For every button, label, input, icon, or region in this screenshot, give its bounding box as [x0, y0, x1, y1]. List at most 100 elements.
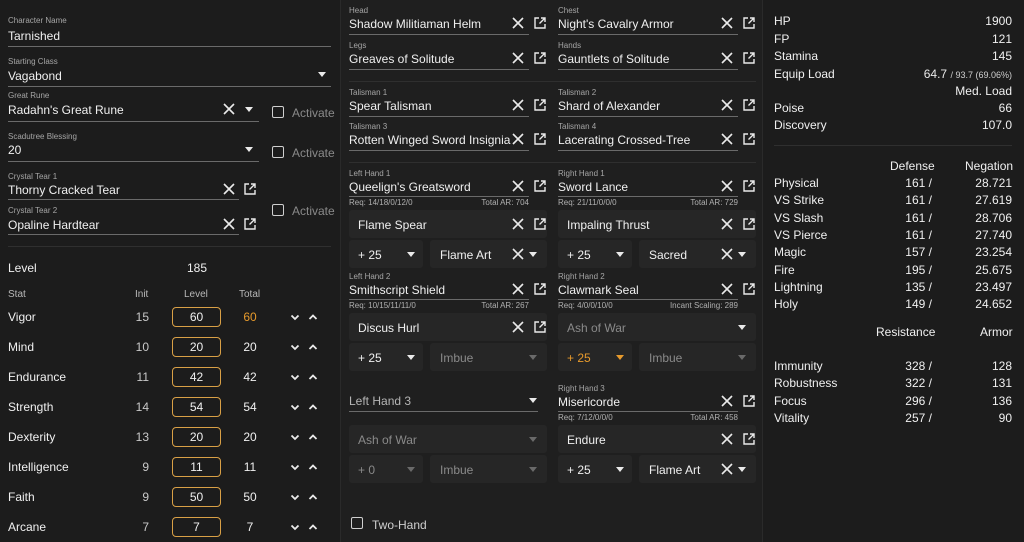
right-hand-2-clear-icon[interactable]	[720, 282, 734, 296]
great-rune-chevron-down-icon[interactable]	[245, 107, 253, 112]
talisman-3-clear-icon[interactable]	[511, 132, 525, 146]
right-hand-3-affinity-clear-icon[interactable]	[720, 462, 734, 476]
head-armor-open-link-icon[interactable]	[533, 16, 547, 30]
left-hand-1-upgrade-chevron-down-icon[interactable]	[407, 252, 415, 257]
stat-dexterity-level-input[interactable]: 20	[172, 427, 221, 447]
great-rune-clear-icon[interactable]	[222, 102, 236, 116]
scadutree-chevron-down-icon[interactable]	[245, 147, 253, 152]
left-hand-1-affinity-clear-icon[interactable]	[511, 247, 525, 261]
stat-arcane-increase-chevron-up-icon[interactable]	[308, 522, 318, 532]
talisman-4-clear-icon[interactable]	[720, 132, 734, 146]
stat-intelligence-increase-chevron-up-icon[interactable]	[308, 462, 318, 472]
right-hand-3-select[interactable]: Misericorde	[558, 395, 620, 409]
left-hand-2-clear-icon[interactable]	[511, 282, 525, 296]
chest-armor-select[interactable]: Night's Cavalry Armor	[558, 17, 674, 31]
stat-intelligence-level-input[interactable]: 11	[172, 457, 221, 477]
crystal-tear-2-input[interactable]: Opaline Hardtear	[8, 218, 99, 232]
stat-faith-level-input[interactable]: 50	[172, 487, 221, 507]
legs-armor-clear-icon[interactable]	[511, 51, 525, 65]
left-hand-2-select[interactable]: Smithscript Shield	[349, 283, 445, 297]
right-hand-3-ash-clear-icon[interactable]	[720, 432, 734, 446]
left-hand-2-ash-of-war-select[interactable]: Discus Hurl	[358, 321, 419, 335]
stat-dexterity-decrease-chevron-down-icon[interactable]	[290, 432, 300, 442]
hands-armor-open-link-icon[interactable]	[742, 51, 756, 65]
stat-dexterity-increase-chevron-up-icon[interactable]	[308, 432, 318, 442]
chest-armor-open-link-icon[interactable]	[742, 16, 756, 30]
left-hand-1-select[interactable]: Queelign's Greatsword	[349, 180, 471, 194]
right-hand-1-select[interactable]: Sword Lance	[558, 180, 628, 194]
stat-arcane-level-input[interactable]: 7	[172, 517, 221, 537]
starting-class-select[interactable]: Vagabond	[8, 69, 62, 83]
scadutree-activate-checkbox[interactable]	[272, 146, 284, 158]
right-hand-2-ash-of-war-select[interactable]: Ash of War	[567, 321, 626, 335]
right-hand-1-affinity-select[interactable]: Sacred	[649, 248, 687, 262]
right-hand-2-upgrade-chevron-down-icon[interactable]	[616, 355, 624, 360]
crystal-tear-1-open-link-icon[interactable]	[243, 182, 257, 196]
right-hand-1-ash-clear-icon[interactable]	[720, 217, 734, 231]
right-hand-3-upgrade-chevron-down-icon[interactable]	[616, 467, 624, 472]
talisman-2-open-link-icon[interactable]	[742, 98, 756, 112]
two-hand-checkbox[interactable]	[351, 517, 363, 529]
right-hand-3-ash-open-link-icon[interactable]	[742, 432, 756, 446]
right-hand-2-upgrade-select[interactable]: + 25	[567, 351, 591, 365]
right-hand-1-upgrade-chevron-down-icon[interactable]	[616, 252, 624, 257]
stat-mind-level-input[interactable]: 20	[172, 337, 221, 357]
left-hand-3-affinity-select[interactable]: Imbue	[440, 463, 473, 477]
stat-strength-increase-chevron-up-icon[interactable]	[308, 402, 318, 412]
left-hand-1-ash-clear-icon[interactable]	[511, 217, 525, 231]
starting-class-chevron-down-icon[interactable]	[318, 72, 326, 77]
talisman-3-open-link-icon[interactable]	[533, 132, 547, 146]
stat-endurance-increase-chevron-up-icon[interactable]	[308, 372, 318, 382]
right-hand-1-ash-open-link-icon[interactable]	[742, 217, 756, 231]
left-hand-2-upgrade-select[interactable]: + 25	[358, 351, 382, 365]
legs-armor-select[interactable]: Greaves of Solitude	[349, 52, 454, 66]
left-hand-2-affinity-chevron-down-icon[interactable]	[529, 355, 537, 360]
stat-strength-level-input[interactable]: 54	[172, 397, 221, 417]
right-hand-1-affinity-chevron-down-icon[interactable]	[738, 252, 746, 257]
left-hand-1-ash-of-war-select[interactable]: Flame Spear	[358, 218, 427, 232]
hands-armor-clear-icon[interactable]	[720, 51, 734, 65]
left-hand-3-ash-of-war-select[interactable]: Ash of War	[358, 433, 417, 447]
crystal-tears-activate-checkbox[interactable]	[272, 204, 284, 216]
left-hand-3-upgrade-select[interactable]: + 0	[358, 463, 375, 477]
crystal-tear-1-clear-icon[interactable]	[222, 182, 236, 196]
talisman-3-select[interactable]: Rotten Winged Sword Insignia	[349, 133, 510, 147]
stat-strength-decrease-chevron-down-icon[interactable]	[290, 402, 300, 412]
talisman-1-clear-icon[interactable]	[511, 98, 525, 112]
stat-mind-decrease-chevron-down-icon[interactable]	[290, 342, 300, 352]
talisman-1-open-link-icon[interactable]	[533, 98, 547, 112]
left-hand-1-affinity-select[interactable]: Flame Art	[440, 248, 491, 262]
left-hand-2-ash-clear-icon[interactable]	[511, 320, 525, 334]
character-name-input[interactable]: Tarnished	[8, 29, 60, 43]
left-hand-1-upgrade-select[interactable]: + 25	[358, 248, 382, 262]
great-rune-activate-checkbox[interactable]	[272, 106, 284, 118]
talisman-2-select[interactable]: Shard of Alexander	[558, 99, 660, 113]
left-hand-1-open-link-icon[interactable]	[533, 179, 547, 193]
stat-vigor-increase-chevron-up-icon[interactable]	[308, 312, 318, 322]
left-hand-1-ash-open-link-icon[interactable]	[533, 217, 547, 231]
crystal-tear-1-input[interactable]: Thorny Cracked Tear	[8, 183, 120, 197]
stat-vigor-level-input[interactable]: 60	[172, 307, 221, 327]
great-rune-select[interactable]: Radahn's Great Rune	[8, 103, 124, 117]
hands-armor-select[interactable]: Gauntlets of Solitude	[558, 52, 669, 66]
left-hand-2-upgrade-chevron-down-icon[interactable]	[407, 355, 415, 360]
right-hand-3-ash-of-war-select[interactable]: Endure	[567, 433, 606, 447]
right-hand-1-affinity-clear-icon[interactable]	[720, 247, 734, 261]
right-hand-3-upgrade-select[interactable]: + 25	[567, 463, 591, 477]
left-hand-1-clear-icon[interactable]	[511, 179, 525, 193]
talisman-4-select[interactable]: Lacerating Crossed-Tree	[558, 133, 690, 147]
right-hand-3-open-link-icon[interactable]	[742, 394, 756, 408]
talisman-4-open-link-icon[interactable]	[742, 132, 756, 146]
chest-armor-clear-icon[interactable]	[720, 16, 734, 30]
right-hand-2-affinity-select[interactable]: Imbue	[649, 351, 682, 365]
right-hand-3-affinity-select[interactable]: Flame Art	[649, 463, 700, 477]
talisman-2-clear-icon[interactable]	[720, 98, 734, 112]
left-hand-2-ash-open-link-icon[interactable]	[533, 320, 547, 334]
right-hand-1-upgrade-select[interactable]: + 25	[567, 248, 591, 262]
left-hand-3-affinity-chevron-down-icon[interactable]	[529, 467, 537, 472]
right-hand-3-clear-icon[interactable]	[720, 394, 734, 408]
left-hand-3-chevron-down-icon[interactable]	[529, 398, 537, 403]
right-hand-2-ash-chevron-down-icon[interactable]	[738, 325, 746, 330]
stat-mind-increase-chevron-up-icon[interactable]	[308, 342, 318, 352]
talisman-1-select[interactable]: Spear Talisman	[349, 99, 432, 113]
